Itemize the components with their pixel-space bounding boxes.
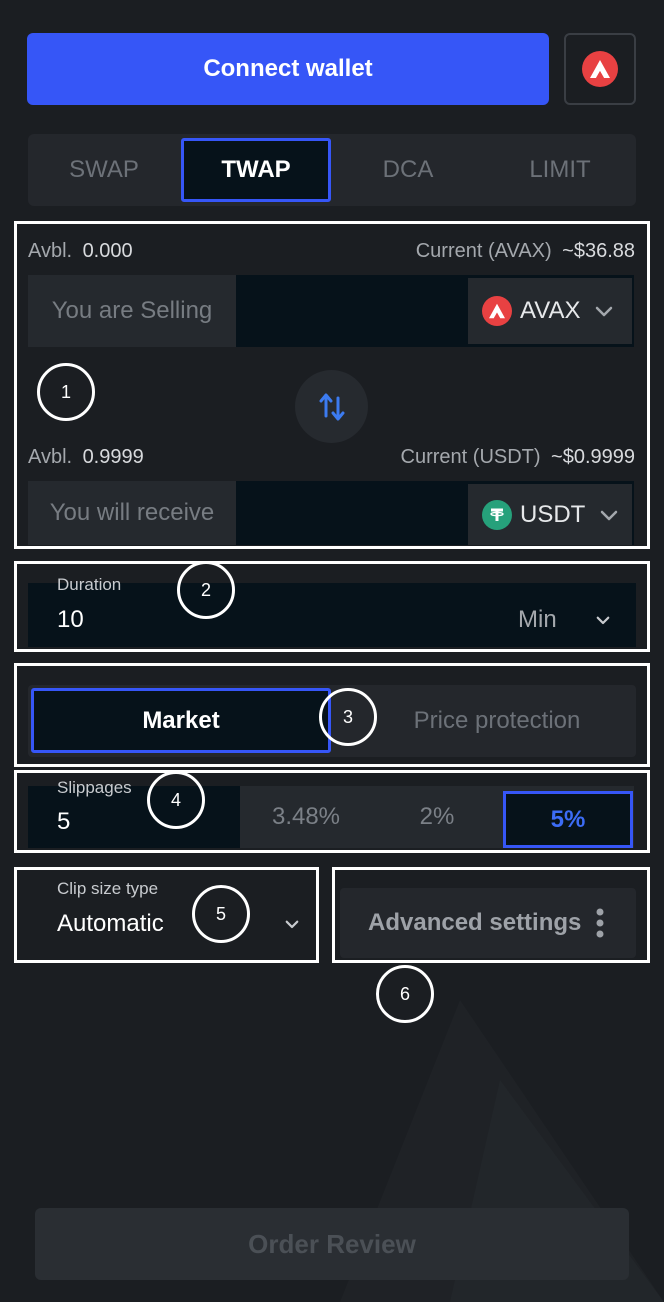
slippage-label: Slippages [57, 778, 132, 797]
chevron-down-icon [596, 306, 613, 317]
buy-current-price: Current (USDT) ~$0.9999 [401, 446, 635, 469]
chevron-down-icon [601, 510, 618, 520]
slippage-value[interactable]: 5 [57, 808, 70, 836]
tab-limit[interactable]: LIMIT [484, 134, 636, 206]
advanced-settings-button[interactable]: Advanced settings [340, 888, 636, 958]
buy-avbl-label: Avbl. [28, 446, 73, 468]
buy-avbl-value: 0.9999 [82, 446, 144, 468]
sell-avbl-label: Avbl. [28, 240, 73, 262]
buy-token-symbol: USDT [520, 500, 586, 528]
advanced-settings-label: Advanced settings [368, 909, 582, 936]
tab-twap[interactable]: TWAP [181, 138, 331, 202]
mode-tabs: SWAP TWAP DCA LIMIT [28, 134, 636, 206]
annotation-marker-4: 4 [147, 771, 205, 829]
avax-token-icon [482, 296, 512, 326]
usdt-token-icon [482, 499, 512, 530]
slippage-option-5[interactable]: 5% [503, 791, 633, 848]
annotation-marker-3: 3 [319, 688, 377, 746]
sell-token-symbol: AVAX [520, 297, 581, 324]
chevron-down-icon [285, 920, 299, 929]
order-review-button[interactable]: Order Review [35, 1208, 629, 1280]
sell-available: Avbl. 0.000 [28, 240, 133, 263]
buy-token-selector[interactable]: USDT [468, 484, 632, 545]
buy-available: Avbl. 0.9999 [28, 446, 144, 469]
clip-size-select[interactable]: Automatic [57, 910, 164, 938]
sell-input-row: You are Selling AVAX [28, 275, 634, 347]
connect-wallet-button[interactable]: Connect wallet [27, 33, 549, 105]
sell-token-selector[interactable]: AVAX [468, 278, 632, 344]
duration-label: Duration [57, 575, 122, 594]
buy-input-row: You will receive USDT [28, 481, 634, 545]
annotation-marker-2: 2 [177, 561, 235, 619]
buy-current-label: Current (USDT) [400, 446, 541, 468]
price-protection-option[interactable]: Price protection [332, 688, 632, 753]
slippage-option-2[interactable]: 2% [372, 786, 502, 848]
sell-current-value: ~$36.88 [562, 240, 635, 262]
network-selector-button[interactable] [564, 33, 636, 105]
annotation-marker-6: 6 [376, 965, 434, 1023]
slippage-presets: 3.48% 2% 5% [240, 786, 634, 848]
annotation-marker-1: 1 [37, 363, 95, 421]
chevron-down-icon [596, 616, 610, 625]
duration-unit-select[interactable]: Min [518, 606, 557, 634]
clip-size-label: Clip size type [57, 879, 159, 898]
sell-amount-input[interactable]: You are Selling [28, 275, 236, 347]
sell-current-price: Current (AVAX) ~$36.88 [416, 240, 635, 263]
tab-dca[interactable]: DCA [332, 134, 484, 206]
swap-arrows-icon [319, 393, 344, 420]
buy-amount-input[interactable]: You will receive [28, 481, 236, 545]
market-option[interactable]: Market [31, 688, 331, 753]
tab-swap[interactable]: SWAP [28, 134, 180, 206]
slippage-option-3-48[interactable]: 3.48% [240, 786, 372, 848]
duration-value[interactable]: 10 [57, 606, 84, 634]
sell-avbl-value: 0.000 [82, 240, 133, 262]
annotation-marker-5: 5 [192, 885, 250, 943]
avalanche-logo-icon [582, 51, 618, 87]
swap-direction-button[interactable] [295, 370, 368, 443]
sell-current-label: Current (AVAX) [415, 240, 552, 262]
buy-current-value: ~$0.9999 [551, 446, 635, 468]
more-vertical-icon [596, 908, 604, 938]
